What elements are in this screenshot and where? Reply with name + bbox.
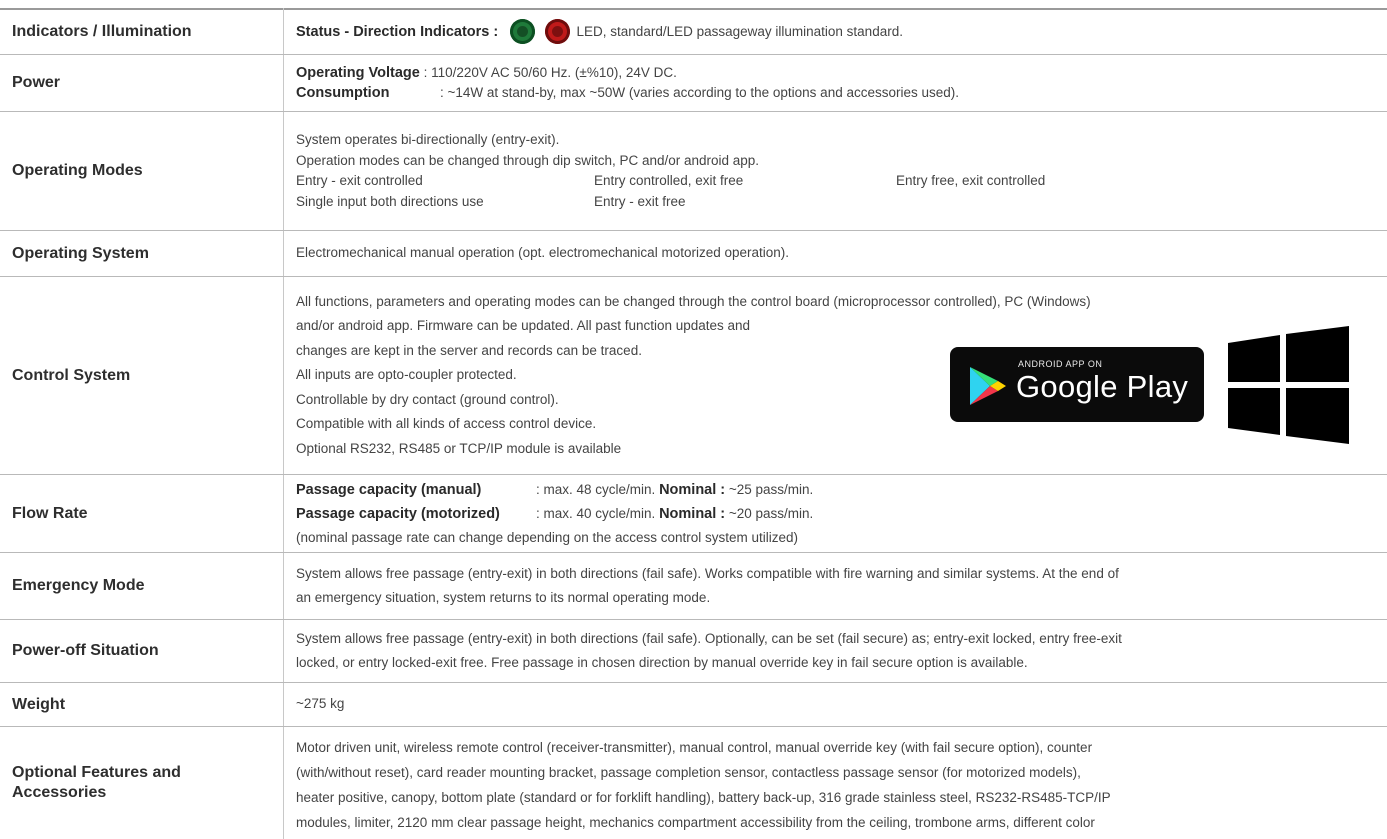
optional-line: modules, limiter, 2120 mm clear passage …	[296, 815, 1095, 830]
green-led-icon	[510, 18, 535, 44]
voltage-key: Operating Voltage	[296, 64, 420, 81]
control-line: Optional RS232, RS485 or TCP/IP module i…	[296, 440, 622, 456]
control-line: Controllable by dry contact (ground cont…	[296, 391, 559, 407]
row-indicators: Indicators / Illumination Status - Direc…	[0, 10, 1387, 54]
control-line: changes are kept in the server and recor…	[296, 342, 642, 358]
mode-item: Entry - exit free	[594, 193, 686, 209]
row-label: Weight	[12, 695, 66, 713]
status-direction-key: Status - Direction Indicators :	[296, 23, 499, 40]
optional-line: Motor driven unit, wireless remote contr…	[296, 740, 1093, 755]
optional-line: (with/without reset), card reader mounti…	[296, 765, 1081, 780]
row-flow-rate: Flow Rate Passage capacity (manual) : max…	[0, 475, 1387, 552]
optional-line: heater positive, canopy, bottom plate (s…	[296, 790, 1111, 805]
row-operating-modes: Operating Modes System operates bi-direc…	[0, 112, 1387, 230]
row-value: System allows free passage (entry-exit) …	[296, 620, 1383, 682]
flow-note: (nominal passage rate can change dependi…	[296, 530, 799, 545]
row-label: Indicators / Illumination	[12, 23, 192, 40]
voltage-value: : 110/220V AC 50/60 Hz. (±%10), 24V DC.	[423, 64, 677, 80]
row-operating-system: Operating System Electromechanical manua…	[0, 231, 1387, 276]
row-value: System allows free passage (entry-exit) …	[296, 553, 1383, 619]
row-power-off: Power-off Situation System allows free p…	[0, 620, 1387, 682]
row-value: Passage capacity (manual) : max. 48 cycle…	[296, 475, 1383, 552]
control-line: All functions, parameters and operating …	[296, 293, 1091, 309]
row-label: Control System	[12, 366, 131, 384]
row-label: Operating Modes	[12, 162, 143, 179]
row-value: Operating Voltage : 110/220V AC 50/60 Hz…	[296, 55, 1383, 111]
manual-capacity-value: : max. 48 cycle/min.	[536, 482, 656, 497]
manual-capacity-key: Passage capacity (manual)	[296, 482, 482, 498]
emergency-line: System allows free passage (entry-exit) …	[296, 566, 1119, 581]
row-value: Status - Direction Indicators : LED, sta…	[296, 10, 1383, 54]
nominal-manual-value: ~25 pass/min.	[728, 482, 814, 497]
modes-line: Operation modes can be changed through d…	[296, 152, 760, 168]
weight-value: ~275 kg	[296, 696, 345, 712]
motorized-capacity-value: : max. 40 cycle/min.	[536, 506, 656, 521]
row-label: Emergency Mode	[12, 577, 145, 594]
row-power: Power Operating Voltage : 110/220V AC 50…	[0, 55, 1387, 111]
mode-item: Single input both directions use	[296, 193, 484, 209]
row-emergency-mode: Emergency Mode System allows free passag…	[0, 553, 1387, 619]
poweroff-line: locked, or entry locked-exit free. Free …	[296, 655, 1028, 670]
red-led-icon	[544, 18, 570, 44]
row-label: Flow Rate	[12, 504, 88, 522]
row-weight: Weight ~275 kg	[0, 683, 1387, 726]
indicators-text: LED, standard/LED passageway illuminatio…	[576, 23, 903, 39]
google-play-badge: ANDROID APP ON Google Play	[950, 347, 1204, 422]
modes-line: System operates bi-directionally (entry-…	[296, 132, 560, 147]
badge-title: Google Play	[1016, 369, 1189, 404]
row-value: All functions, parameters and operating …	[296, 277, 1383, 474]
mode-item: Entry controlled, exit free	[594, 173, 744, 188]
mode-item: Entry free, exit controlled	[896, 173, 1046, 188]
row-value: System operates bi-directionally (entry-…	[296, 112, 1383, 230]
row-label: Operating System	[12, 244, 149, 262]
row-label: Optional Features and Accessories	[12, 764, 181, 801]
mode-item: Entry - exit controlled	[296, 173, 423, 188]
google-play-icon	[970, 367, 1006, 405]
nominal-key: Nominal :	[659, 506, 726, 522]
row-label: Power-off Situation	[12, 642, 159, 659]
nominal-motorized-value: ~20 pass/min.	[728, 506, 814, 521]
motorized-capacity-key: Passage capacity (motorized)	[296, 506, 500, 522]
row-label: Power	[12, 74, 61, 91]
opsystem-text: Electromechanical manual operation (opt.…	[296, 245, 790, 261]
emergency-line: an emergency situation, system returns t…	[296, 590, 711, 605]
badge-caption: ANDROID APP ON	[1018, 359, 1103, 369]
control-line: Compatible with all kinds of access cont…	[296, 416, 597, 432]
control-line: All inputs are opto-coupler protected.	[296, 367, 517, 383]
row-optional-features: Optional Features and Accessories Motor …	[0, 727, 1387, 839]
row-value: ~275 kg	[296, 683, 1383, 726]
row-value: Motor driven unit, wireless remote contr…	[296, 727, 1383, 839]
windows-logo-icon	[1228, 326, 1349, 444]
consumption-value: : ~14W at stand-by, max ~50W (varies acc…	[440, 85, 960, 100]
poweroff-line: System allows free passage (entry-exit) …	[296, 631, 1122, 646]
control-line: and/or android app. Firmware can be upda…	[296, 318, 751, 334]
row-value: Electromechanical manual operation (opt.…	[296, 231, 1383, 276]
spec-sheet: Indicators / Illumination Status - Direc…	[0, 0, 1387, 839]
nominal-key: Nominal :	[659, 482, 726, 498]
consumption-key: Consumption	[296, 85, 390, 101]
